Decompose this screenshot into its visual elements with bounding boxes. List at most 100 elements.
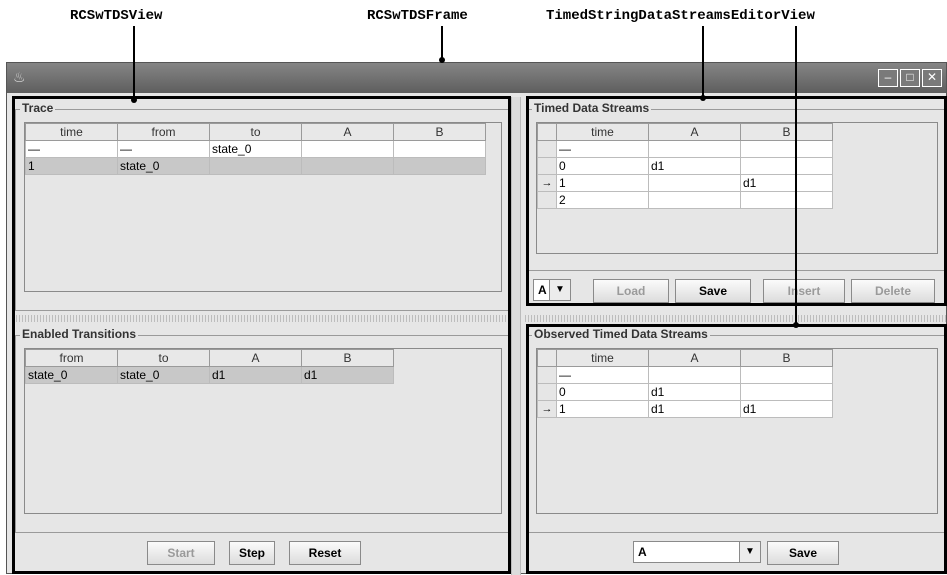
table-row[interactable]: 2 — [537, 191, 833, 209]
transitions-table: from to A B state_0 state_0 d1 d1 — [25, 349, 394, 384]
leader-line-editor-1 — [702, 26, 704, 100]
trace-table: time from to A B — — state_0 1 state_0 — [25, 123, 486, 175]
table-cell[interactable]: 1 — [556, 400, 649, 418]
java-cup-icon: ♨ — [13, 69, 26, 85]
maximize-button[interactable]: □ — [900, 69, 920, 87]
table-cell[interactable]: d1 — [301, 366, 394, 384]
table-row[interactable]: 0 d1 — [537, 157, 833, 175]
trace-col-to[interactable]: to — [209, 123, 302, 141]
table-cell[interactable]: state_0 — [117, 157, 210, 175]
transitions-col-b[interactable]: B — [301, 349, 394, 367]
observed-col-a[interactable]: A — [648, 349, 741, 367]
table-cell[interactable] — [740, 383, 833, 401]
insert-button[interactable]: Insert — [763, 279, 845, 303]
table-cell[interactable]: d1 — [648, 157, 741, 175]
table-row[interactable]: → 1 d1 d1 — [537, 400, 833, 418]
table-cell[interactable] — [301, 157, 394, 175]
table-cell[interactable] — [740, 140, 833, 158]
annotation-rcswtdsframe: RCSwTDSFrame — [367, 8, 468, 24]
table-cell[interactable]: 0 — [556, 157, 649, 175]
table-cell[interactable] — [648, 366, 741, 384]
title-bar[interactable]: ♨ ‒ □ ✕ — [7, 63, 946, 93]
table-cell[interactable] — [209, 157, 302, 175]
table-cell[interactable] — [740, 366, 833, 384]
leader-line-editor-2 — [795, 26, 797, 326]
transitions-col-a[interactable]: A — [209, 349, 302, 367]
table-cell[interactable]: d1 — [740, 174, 833, 192]
close-button[interactable]: ✕ — [922, 69, 942, 87]
tds-table-container[interactable]: time A B — 0 d1 → 1 d1 2 — [536, 122, 938, 254]
stream-select-top[interactable]: A ▼ — [533, 279, 571, 301]
table-cell[interactable] — [740, 191, 833, 209]
table-cell[interactable]: — — [556, 140, 649, 158]
chevron-down-icon[interactable]: ▼ — [739, 542, 760, 562]
table-cell[interactable] — [393, 140, 486, 158]
save-observed-button[interactable]: Save — [767, 541, 839, 565]
table-cell[interactable]: — — [25, 140, 118, 158]
table-cell[interactable]: d1 — [648, 400, 741, 418]
table-row[interactable]: 0 d1 — [537, 383, 833, 401]
right-split-divider[interactable] — [525, 315, 946, 322]
row-marker — [537, 366, 557, 384]
table-cell[interactable]: — — [117, 140, 210, 158]
table-cell[interactable] — [648, 191, 741, 209]
table-cell[interactable] — [301, 140, 394, 158]
timed-data-streams-panel: Timed Data Streams time A B — 0 d1 → 1 d… — [525, 97, 946, 313]
table-row[interactable]: — — state_0 — [25, 140, 486, 158]
stream-select-bottom[interactable]: A ▼ — [633, 541, 761, 563]
row-marker — [537, 383, 557, 401]
table-cell[interactable]: d1 — [209, 366, 302, 384]
tds-table: time A B — 0 d1 → 1 d1 2 — [537, 123, 833, 209]
load-button[interactable]: Load — [593, 279, 669, 303]
transitions-table-container[interactable]: from to A B state_0 state_0 d1 d1 — [24, 348, 502, 514]
table-cell[interactable]: d1 — [740, 400, 833, 418]
main-split-divider[interactable] — [511, 97, 521, 575]
step-button[interactable]: Step — [229, 541, 275, 565]
table-cell[interactable]: state_0 — [209, 140, 302, 158]
table-cell[interactable] — [648, 140, 741, 158]
table-cell[interactable]: — — [556, 366, 649, 384]
observed-streams-group: Observed Timed Data Streams time A B — 0… — [527, 327, 945, 533]
table-cell[interactable]: 0 — [556, 383, 649, 401]
table-cell[interactable]: 1 — [556, 174, 649, 192]
observed-col-b[interactable]: B — [740, 349, 833, 367]
left-split-divider[interactable] — [13, 315, 509, 322]
tds-col-time[interactable]: time — [556, 123, 649, 141]
row-marker — [537, 140, 557, 158]
trace-col-from[interactable]: from — [117, 123, 210, 141]
start-button[interactable]: Start — [147, 541, 215, 565]
timed-data-streams-group: Timed Data Streams time A B — 0 d1 → 1 d… — [527, 101, 945, 271]
table-cell[interactable] — [740, 157, 833, 175]
table-cell[interactable]: d1 — [648, 383, 741, 401]
enabled-transitions-group: Enabled Transitions from to A B state_0 … — [15, 327, 509, 533]
table-cell[interactable] — [648, 174, 741, 192]
minimize-button[interactable]: ‒ — [878, 69, 898, 87]
chevron-down-icon[interactable]: ▼ — [549, 280, 570, 300]
observed-table-container[interactable]: time A B — 0 d1 → 1 d1 d1 — [536, 348, 938, 514]
reset-button[interactable]: Reset — [289, 541, 361, 565]
observed-streams-title: Observed Timed Data Streams — [532, 327, 710, 341]
trace-col-a[interactable]: A — [301, 123, 394, 141]
trace-table-container[interactable]: time from to A B — — state_0 1 state_0 — [24, 122, 502, 292]
save-streams-button[interactable]: Save — [675, 279, 751, 303]
trace-col-b[interactable]: B — [393, 123, 486, 141]
transitions-col-to[interactable]: to — [117, 349, 210, 367]
observed-col-time[interactable]: time — [556, 349, 649, 367]
tds-col-b[interactable]: B — [740, 123, 833, 141]
table-row[interactable]: — — [537, 366, 833, 384]
trace-col-time[interactable]: time — [25, 123, 118, 141]
delete-button[interactable]: Delete — [851, 279, 935, 303]
table-row[interactable]: state_0 state_0 d1 d1 — [25, 366, 394, 384]
stream-select-top-value: A — [538, 283, 547, 297]
table-row[interactable]: — — [537, 140, 833, 158]
table-cell[interactable] — [393, 157, 486, 175]
table-row[interactable]: → 1 d1 — [537, 174, 833, 192]
transitions-col-from[interactable]: from — [25, 349, 118, 367]
table-cell[interactable]: state_0 — [117, 366, 210, 384]
table-cell[interactable]: 2 — [556, 191, 649, 209]
table-cell[interactable]: state_0 — [25, 366, 118, 384]
timed-data-streams-title: Timed Data Streams — [532, 101, 652, 115]
table-row[interactable]: 1 state_0 — [25, 157, 486, 175]
table-cell[interactable]: 1 — [25, 157, 118, 175]
tds-col-a[interactable]: A — [648, 123, 741, 141]
